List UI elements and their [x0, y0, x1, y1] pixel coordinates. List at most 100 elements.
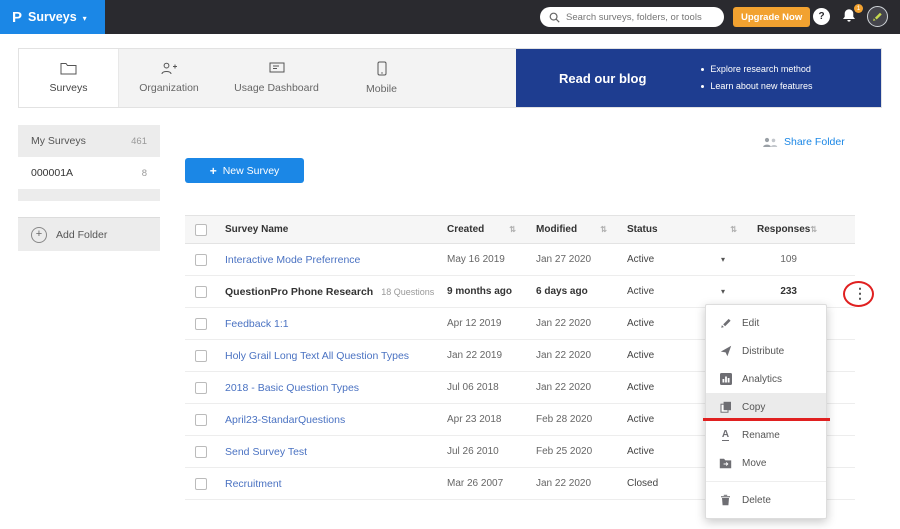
menu-item-copy[interactable]: Copy — [706, 393, 826, 421]
new-survey-button[interactable]: + New Survey — [185, 158, 304, 183]
upgrade-now-button[interactable]: Upgrade Now — [733, 7, 810, 27]
main-nav-tabs: Surveys Organization Usage Dashboard Mob… — [18, 48, 882, 108]
plus-circle-icon: + — [31, 227, 47, 243]
menu-item-distribute[interactable]: Distribute — [706, 337, 826, 365]
profile-button[interactable] — [867, 6, 888, 27]
survey-name-link[interactable]: 2018 - Basic Question Types — [225, 382, 359, 394]
menu-item-label: Move — [742, 458, 766, 469]
sort-icon[interactable]: ⇅ — [730, 225, 737, 234]
menu-item-label: Analytics — [742, 374, 782, 385]
header-actions-cell — [817, 216, 855, 243]
survey-name-link[interactable]: Interactive Mode Preferrence — [225, 254, 360, 266]
row-actions-kebab-icon[interactable]: ⋮ — [853, 285, 867, 302]
name-cell: April23-StandarQuestions — [215, 404, 437, 435]
menu-item-label: Copy — [742, 402, 765, 413]
table-header: Survey Name Created⇅ Modified⇅ Status⇅ R… — [185, 215, 855, 244]
menu-item-label: Distribute — [742, 346, 784, 357]
menu-item-label: Edit — [742, 318, 759, 329]
header-checkbox-cell — [185, 216, 215, 243]
product-switcher-label: Surveys — [28, 10, 77, 24]
row-checkbox[interactable] — [195, 478, 207, 490]
share-folder-button[interactable]: Share Folder — [762, 136, 845, 148]
checkbox-cell — [185, 436, 215, 467]
status-cell: Active▾ — [617, 244, 747, 275]
select-all-checkbox[interactable] — [195, 224, 207, 236]
tab-surveys[interactable]: Surveys — [19, 49, 119, 107]
send-icon — [719, 345, 732, 357]
header-survey-name[interactable]: Survey Name — [215, 216, 437, 243]
row-checkbox[interactable] — [195, 254, 207, 266]
menu-divider — [706, 481, 826, 482]
row-checkbox[interactable] — [195, 286, 207, 298]
status-label: Closed — [627, 478, 658, 489]
analytics-icon — [719, 373, 732, 385]
sort-icon[interactable]: ⇅ — [509, 225, 516, 234]
sidebar-item-count: 461 — [131, 136, 147, 147]
menu-item-rename[interactable]: A Rename — [706, 421, 826, 449]
help-button[interactable]: ? — [813, 8, 830, 25]
header-modified[interactable]: Modified⇅ — [526, 216, 617, 243]
chevron-down-icon: ▾ — [83, 14, 87, 23]
row-checkbox[interactable] — [195, 350, 207, 362]
status-caret-icon[interactable]: ▾ — [721, 255, 725, 264]
menu-item-analytics[interactable]: Analytics — [706, 365, 826, 393]
surveys-dashboard-page: P Surveys ▾ Upgrade Now ? 1 Surveys Orga… — [0, 0, 900, 529]
tab-usage-dashboard[interactable]: Usage Dashboard — [219, 49, 334, 107]
questionpro-logo-icon: P — [12, 9, 22, 26]
checkbox-cell — [185, 276, 215, 307]
survey-name-link[interactable]: Holy Grail Long Text All Question Types — [225, 350, 409, 362]
tab-mobile[interactable]: Mobile — [334, 49, 429, 107]
sidebar-item-my-surveys[interactable]: My Surveys 461 — [18, 125, 160, 157]
status-label: Active — [627, 446, 654, 457]
sort-icon[interactable]: ⇅ — [600, 225, 607, 234]
name-cell: Interactive Mode Preferrence — [215, 244, 437, 275]
survey-name-link[interactable]: Feedback 1:1 — [225, 318, 289, 330]
blog-bullet-text: Explore research method — [710, 61, 811, 78]
responses-cell: 109 — [747, 244, 817, 275]
actions-cell — [817, 244, 855, 275]
tab-label: Surveys — [50, 82, 88, 94]
organization-icon — [160, 62, 178, 75]
checkbox-cell — [185, 372, 215, 403]
search-input[interactable] — [566, 12, 715, 23]
row-checkbox[interactable] — [195, 414, 207, 426]
add-folder-button[interactable]: + Add Folder — [18, 217, 160, 251]
responses-value: 233 — [780, 286, 797, 297]
notifications-button[interactable]: 1 — [842, 8, 858, 25]
tab-organization[interactable]: Organization — [119, 49, 219, 107]
menu-item-delete[interactable]: Delete — [706, 486, 826, 514]
created-cell: May 16 2019 — [437, 244, 526, 275]
menu-item-move[interactable]: Move — [706, 449, 826, 477]
menu-item-edit[interactable]: Edit — [706, 309, 826, 337]
row-checkbox[interactable] — [195, 318, 207, 330]
app-logo[interactable]: P Surveys ▾ — [0, 0, 105, 34]
created-cell: Apr 12 2019 — [437, 308, 526, 339]
row-checkbox[interactable] — [195, 382, 207, 394]
table-row[interactable]: Interactive Mode Preferrence May 16 2019… — [185, 244, 855, 276]
created-cell: Apr 23 2018 — [437, 404, 526, 435]
share-folder-label: Share Folder — [784, 136, 845, 148]
survey-name-link[interactable]: Send Survey Test — [225, 446, 307, 458]
survey-name-link[interactable]: April23-StandarQuestions — [225, 414, 345, 426]
status-caret-icon[interactable]: ▾ — [721, 287, 725, 296]
header-created[interactable]: Created⇅ — [437, 216, 526, 243]
annotation-underline — [703, 418, 830, 421]
top-bar: P Surveys ▾ Upgrade Now ? 1 — [0, 0, 900, 34]
mobile-icon — [377, 61, 387, 76]
survey-name-link[interactable]: Recruitment — [225, 478, 282, 490]
move-folder-icon — [719, 458, 732, 469]
header-responses[interactable]: Responses⇅ — [747, 216, 817, 243]
blog-banner[interactable]: Read our blog Explore research method Le… — [516, 49, 881, 107]
row-checkbox[interactable] — [195, 446, 207, 458]
folder-icon — [60, 62, 77, 75]
survey-name-link[interactable]: QuestionPro Phone Research — [225, 286, 373, 298]
name-cell: Feedback 1:1 — [215, 308, 437, 339]
header-status[interactable]: Status⇅ — [617, 216, 747, 243]
status-label: Active — [627, 286, 654, 297]
sidebar-item-folder-000001A[interactable]: 000001A 8 — [18, 157, 160, 189]
bullet-dot-icon — [701, 68, 704, 71]
copy-icon — [719, 401, 732, 413]
tab-label: Mobile — [366, 83, 397, 95]
name-cell: Recruitment — [215, 468, 437, 499]
edit-icon — [719, 317, 732, 329]
